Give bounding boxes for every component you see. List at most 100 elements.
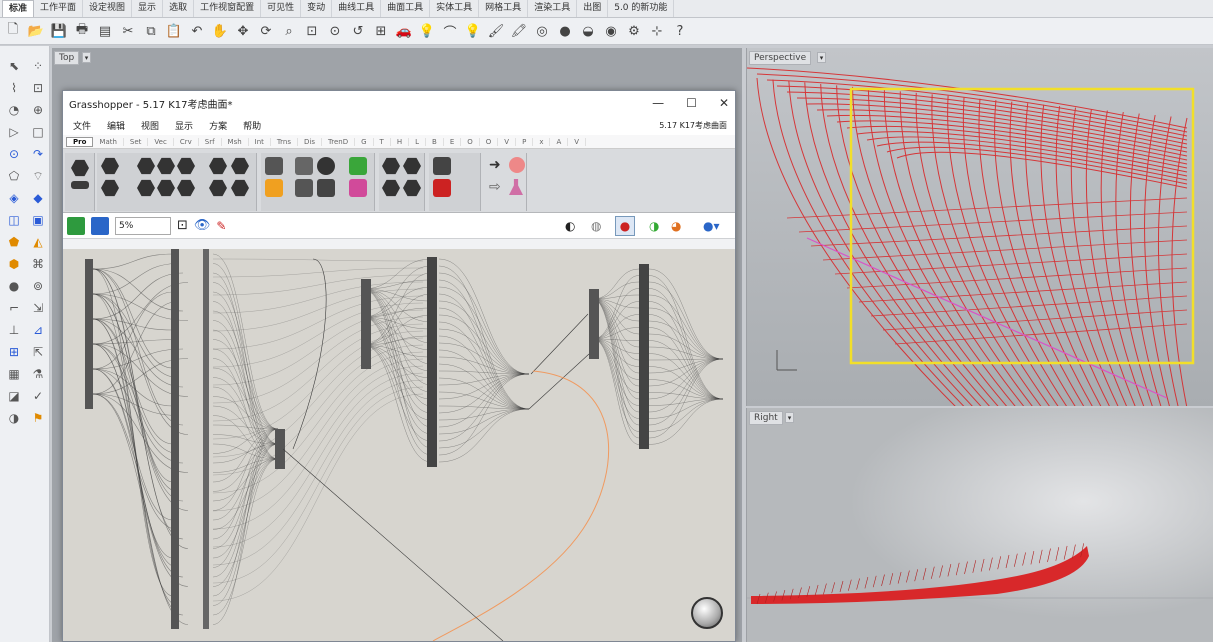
tool-icon[interactable]: ⊙ (3, 144, 25, 164)
save-file-icon[interactable] (91, 216, 109, 235)
sketch-brush-icon[interactable]: ✎ (216, 219, 226, 233)
component-icon[interactable] (433, 179, 451, 197)
ribbon-tab[interactable]: 变动 (301, 0, 333, 17)
grasshopper-title-bar[interactable]: Grasshopper - 5.17 K17考虑曲面* — ☐ ✕ (63, 91, 735, 115)
preview-shaded-icon[interactable]: ◍ (591, 219, 601, 233)
lasso-icon[interactable]: ⌒ (440, 21, 460, 41)
category-tab[interactable]: Dis (298, 137, 322, 146)
tool-icon[interactable]: ◔ (3, 100, 25, 120)
perspective-viewport-label[interactable]: Perspective (749, 51, 812, 65)
category-tab[interactable]: A (550, 137, 569, 146)
tool-icon[interactable]: ◫ (3, 210, 25, 230)
menu-item[interactable]: 方案 (209, 119, 227, 132)
component-icon[interactable] (101, 179, 119, 197)
right-viewport[interactable]: Right ▾ (746, 408, 1213, 642)
component-icon[interactable] (231, 157, 249, 175)
cut-icon[interactable]: ✂ (118, 21, 138, 41)
rotate-view-icon[interactable]: ⟳ (256, 21, 276, 41)
ribbon-tab[interactable]: 曲线工具 (332, 0, 382, 17)
tool-icon[interactable]: ⊚ (27, 276, 49, 296)
print-icon[interactable]: 🖶 (72, 21, 92, 41)
component-icon[interactable] (157, 157, 175, 175)
render-icon[interactable]: ◉ (601, 21, 621, 41)
category-tab[interactable]: O (480, 137, 499, 146)
tool-icon[interactable]: ✓ (27, 386, 49, 406)
car-icon[interactable]: 🚗 (394, 21, 414, 41)
preview-selected-icon[interactable]: ● (615, 215, 635, 236)
right-viewport-menu-arrow[interactable]: ▾ (785, 412, 794, 423)
navigation-compass[interactable] (691, 597, 723, 629)
category-tab[interactable]: E (444, 137, 462, 146)
category-tab[interactable]: Srf (199, 137, 222, 146)
component-icon[interactable] (137, 179, 155, 197)
right-viewport-label[interactable]: Right (749, 411, 783, 425)
component-icon[interactable] (137, 157, 155, 175)
sphere-icon[interactable]: ● (555, 21, 575, 41)
display-globe-icon[interactable]: ●▾ (703, 219, 720, 233)
ribbon-tab[interactable]: 标准 (2, 0, 35, 17)
paste-icon[interactable]: 📋 (164, 21, 184, 41)
undo-icon[interactable]: ↶ (187, 21, 207, 41)
component-icon[interactable] (349, 157, 367, 175)
preview-eye-icon[interactable]: 👁 (194, 218, 211, 233)
move-view-icon[interactable]: ✥ (233, 21, 253, 41)
category-tab[interactable]: Crv (174, 137, 199, 146)
category-tab[interactable]: L (409, 137, 426, 146)
open-file-icon[interactable] (67, 216, 85, 235)
category-tab[interactable]: Int (249, 137, 271, 146)
category-tab[interactable]: B (426, 137, 444, 146)
component-icon[interactable] (382, 157, 400, 175)
tool-icon[interactable]: ▦ (3, 364, 25, 384)
tool-icon[interactable]: ◑ (3, 408, 25, 428)
zoom-window-icon[interactable]: ⌕ (279, 21, 299, 41)
zoom-extents-icon[interactable]: ⊡ (177, 218, 188, 233)
tool-icon[interactable]: ⌔ (27, 166, 49, 186)
category-tab[interactable]: O (461, 137, 480, 146)
menu-item[interactable]: 显示 (175, 119, 193, 132)
tool-icon[interactable]: ⚑ (27, 408, 49, 428)
category-tab[interactable]: Math (93, 137, 124, 146)
perspective-viewport[interactable]: Perspective ▾ (746, 48, 1213, 406)
component-icon[interactable] (382, 179, 400, 197)
material-icon[interactable]: ◕ (671, 219, 681, 233)
light-icon[interactable]: 💡 (417, 21, 437, 41)
grasshopper-canvas[interactable] (63, 249, 735, 641)
tool-icon[interactable]: ◪ (3, 386, 25, 406)
grid-snap-icon[interactable]: ⊹ (647, 21, 667, 41)
category-tab[interactable]: V (498, 137, 517, 146)
category-tab[interactable]: Vec (148, 137, 174, 146)
component-icon[interactable] (295, 157, 313, 175)
component-icon[interactable] (209, 157, 227, 175)
tool-icon[interactable]: ⬟ (3, 232, 25, 252)
ribbon-tab[interactable]: 设定视图 (83, 0, 133, 17)
ribbon-tab[interactable]: 显示 (132, 0, 164, 17)
zoom-select[interactable]: 5% (115, 216, 171, 235)
menu-item[interactable]: 帮助 (243, 119, 261, 132)
brush-icon[interactable]: 🖌 (486, 21, 506, 41)
perspective-viewport-menu-arrow[interactable]: ▾ (817, 52, 826, 63)
gear-icon[interactable]: ⚙ (624, 21, 644, 41)
ribbon-tab[interactable]: 可见性 (261, 0, 302, 17)
component-icon[interactable] (295, 179, 313, 197)
tool-icon[interactable]: ⊿ (27, 320, 49, 340)
shaded-icon[interactable]: ◒ (578, 21, 598, 41)
menu-item[interactable]: 编辑 (107, 119, 125, 132)
component-icon[interactable] (209, 179, 227, 197)
tool-icon[interactable]: ⊕ (27, 100, 49, 120)
component-icon[interactable] (433, 157, 451, 175)
new-file-icon[interactable]: 🗋 (3, 21, 23, 41)
color-wheel-icon[interactable]: ◎ (532, 21, 552, 41)
pan-hand-icon[interactable]: ✋ (210, 21, 230, 41)
tool-icon[interactable]: ⬢ (3, 254, 25, 274)
undo-view-icon[interactable]: ↺ (348, 21, 368, 41)
tool-icon[interactable]: ⊥ (3, 320, 25, 340)
tool-icon[interactable]: ↷ (27, 144, 49, 164)
tool-icon[interactable]: ⚗ (27, 364, 49, 384)
category-tab[interactable]: G (355, 137, 374, 146)
component-icon[interactable] (157, 179, 175, 197)
component-icon[interactable] (317, 179, 335, 197)
component-icon[interactable] (403, 157, 421, 175)
bake-icon[interactable]: ◑ (649, 219, 659, 233)
tool-icon[interactable]: ⊞ (3, 342, 25, 362)
maximize-button[interactable]: ☐ (686, 96, 697, 110)
